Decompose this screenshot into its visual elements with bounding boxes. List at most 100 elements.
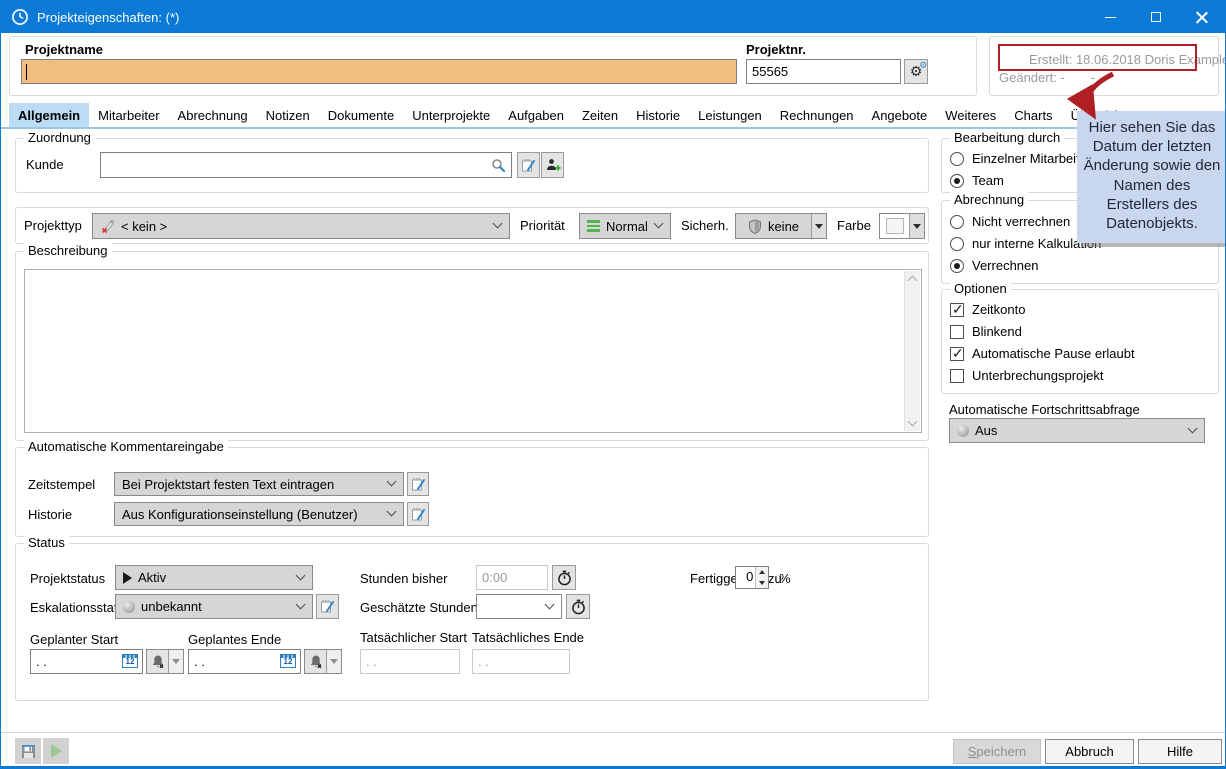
chevron-down-icon	[296, 570, 306, 580]
calendar-icon[interactable]: 12	[122, 654, 138, 668]
historie-dropdown[interactable]: Aus Konfigurationseinstellung (Benutzer)	[114, 502, 404, 526]
annotation-callout: Hier sehen Sie das Datum der letzten Änd…	[1077, 111, 1226, 243]
start-tool-button[interactable]	[43, 738, 69, 764]
projektnr-input[interactable]: 55565	[746, 59, 901, 84]
triangle-down-icon	[815, 224, 823, 229]
radio-nicht-verrechnen[interactable]: Nicht verrechnen	[950, 214, 1070, 229]
eskalationsstatus-dropdown[interactable]: unbekannt	[115, 594, 313, 619]
tab-zeiten[interactable]: Zeiten	[573, 103, 627, 127]
zeitstempel-label: Zeitstempel	[28, 477, 95, 492]
maximize-button[interactable]	[1133, 1, 1179, 33]
fortschrittsabfrage-dropdown[interactable]: Aus	[949, 418, 1205, 443]
tab-abrechnung[interactable]: Abrechnung	[169, 103, 257, 127]
spinner-down-button[interactable]	[756, 578, 768, 589]
save-tool-button[interactable]	[15, 738, 41, 764]
checkbox-icon	[950, 325, 964, 339]
color-swatch	[886, 218, 904, 234]
scroll-down-icon[interactable]	[908, 417, 918, 427]
status-group: Status Projektstatus Aktiv Stunden bishe…	[15, 543, 929, 701]
projektnr-settings-button[interactable]: ⚙ ⚙	[904, 59, 928, 84]
reminder-dropdown-arrow[interactable]	[326, 650, 341, 673]
radio-icon	[950, 215, 964, 229]
geplanter-start-date-input[interactable]: . . 12	[30, 649, 143, 674]
kunde-search-input[interactable]	[100, 152, 512, 178]
fortschritt-aus-icon	[957, 425, 969, 437]
checkbox-checked-icon	[950, 347, 964, 361]
minimize-button[interactable]	[1087, 1, 1133, 33]
zeitstempel-dropdown[interactable]: Bei Projektstart festen Text eintragen	[114, 472, 404, 496]
tab-rechnungen[interactable]: Rechnungen	[771, 103, 863, 127]
chevron-down-icon	[1188, 423, 1198, 433]
kunde-add-button[interactable]	[541, 152, 564, 178]
historie-label: Historie	[28, 507, 72, 522]
beschreibung-group: Beschreibung	[15, 251, 929, 441]
tab-angebote[interactable]: Angebote	[863, 103, 937, 127]
radio-einzelner-mitarbeiter[interactable]: Einzelner Mitarbeiter	[950, 151, 1091, 166]
farbe-label: Farbe	[837, 218, 871, 233]
beschreibung-scrollbar[interactable]	[904, 271, 920, 431]
sicherheit-dropdown-arrow[interactable]	[811, 214, 826, 238]
geschaetzte-stunden-dropdown[interactable]	[476, 594, 562, 619]
projekttyp-dropdown[interactable]: < kein >	[92, 213, 510, 239]
text-caret	[26, 64, 27, 80]
app-clock-icon	[11, 8, 29, 26]
tatsaechlicher-start-field: . .	[360, 649, 460, 674]
reminder-dropdown-arrow[interactable]	[168, 650, 183, 673]
geschaetzte-stunden-stopwatch-button[interactable]	[566, 594, 590, 619]
projektname-input[interactable]	[21, 59, 737, 84]
kommentareingabe-legend: Automatische Kommentareingabe	[24, 439, 228, 454]
chevron-down-icon	[387, 507, 397, 517]
fertiggestellt-spinner[interactable]: 0	[735, 566, 769, 589]
tab-mitarbeiter[interactable]: Mitarbeiter	[89, 103, 168, 127]
titlebar: Projekteigenschaften: (*)	[1, 1, 1225, 33]
tab-charts[interactable]: Charts	[1005, 103, 1061, 127]
sicherheit-label: Sicherh.	[681, 218, 729, 233]
farbe-split-button[interactable]	[879, 213, 925, 239]
farbe-dropdown-arrow[interactable]	[909, 214, 924, 238]
checkbox-unterbrechungsprojekt[interactable]: Unterbrechungsprojekt	[950, 368, 1104, 383]
geplantes-ende-label: Geplantes Ende	[188, 632, 281, 647]
tab-weiteres[interactable]: Weiteres	[936, 103, 1005, 127]
edit-icon	[320, 599, 335, 614]
prioritaet-dropdown[interactable]: Normal	[579, 213, 671, 239]
chevron-down-icon	[296, 599, 306, 609]
beschreibung-textarea[interactable]	[24, 269, 922, 433]
bell-x-icon	[150, 654, 166, 670]
geaendert-value: -	[1091, 70, 1095, 85]
radio-team[interactable]: Team	[950, 173, 1004, 188]
geplantes-ende-date-input[interactable]: . . 12	[188, 649, 301, 674]
abbruch-button[interactable]: Abbruch	[1045, 739, 1134, 764]
geschaetzte-stunden-label: Geschätzte Stunden	[360, 600, 478, 615]
zuordnung-group: Zuordnung Kunde	[15, 138, 929, 193]
footer-separator	[1, 732, 1225, 733]
projektstatus-dropdown[interactable]: Aktiv	[115, 565, 313, 590]
sicherheit-split-button[interactable]: keine	[735, 213, 827, 239]
hilfe-button[interactable]: Hilfe	[1138, 739, 1222, 764]
tab-aufgaben[interactable]: Aufgaben	[499, 103, 573, 127]
tab-leistungen[interactable]: Leistungen	[689, 103, 771, 127]
historie-edit-button[interactable]	[407, 502, 429, 526]
tab-dokumente[interactable]: Dokumente	[319, 103, 403, 127]
scroll-up-icon[interactable]	[908, 276, 918, 286]
tab-allgemein[interactable]: Allgemein	[9, 103, 89, 127]
geplanter-start-reminder-button[interactable]	[146, 649, 184, 674]
radio-verrechnen[interactable]: Verrechnen	[950, 258, 1039, 273]
spinner-up-button[interactable]	[756, 567, 768, 578]
close-button[interactable]	[1179, 1, 1225, 33]
geplantes-ende-reminder-button[interactable]	[304, 649, 342, 674]
geaendert-text: Geändert: -	[999, 70, 1065, 85]
checkbox-zeitkonto[interactable]: Zeitkonto	[950, 302, 1025, 317]
tab-unterprojekte[interactable]: Unterprojekte	[403, 103, 499, 127]
checkbox-blinkend[interactable]: Blinkend	[950, 324, 1022, 339]
checkbox-automatische-pause[interactable]: Automatische Pause erlaubt	[950, 346, 1135, 361]
status-unknown-icon	[123, 601, 135, 613]
play-icon	[51, 744, 62, 758]
zeitstempel-edit-button[interactable]	[407, 472, 429, 496]
tab-historie[interactable]: Historie	[627, 103, 689, 127]
stunden-bisher-stopwatch-button[interactable]	[552, 565, 576, 590]
speichern-button[interactable]: Speichern	[953, 739, 1041, 764]
tab-notizen[interactable]: Notizen	[257, 103, 319, 127]
eskalationsstatus-edit-button[interactable]	[316, 594, 339, 619]
calendar-icon[interactable]: 12	[280, 654, 296, 668]
kunde-edit-button[interactable]	[517, 152, 540, 178]
